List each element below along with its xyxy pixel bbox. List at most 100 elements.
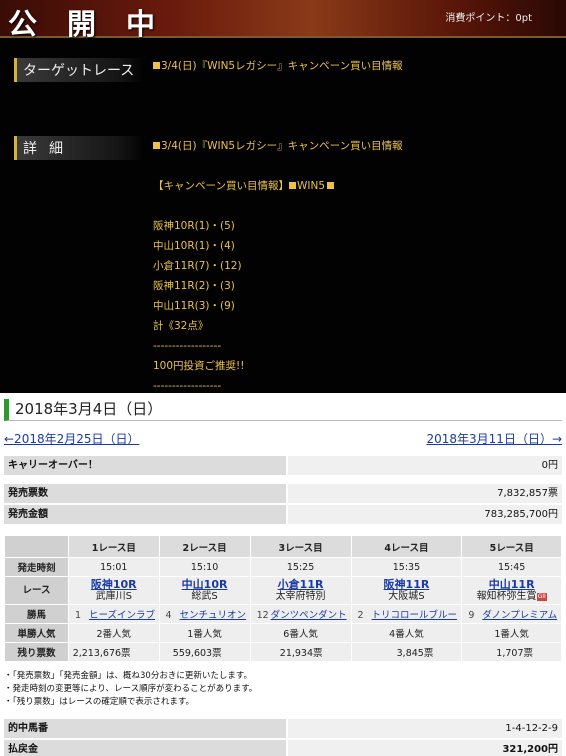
race-cell: 小倉11R 太宰府特別 — [249, 576, 352, 605]
row-label: 単勝人気 — [4, 623, 69, 643]
start-time: 15:10 — [158, 557, 251, 577]
winner-horse-link[interactable]: ダノンプレミアム — [482, 610, 557, 621]
campaign-panel: 公開中 消費ポイント：0pt ターゲットレース 3/4(日)『WIN5レガシー』… — [0, 0, 566, 393]
remaining-tickets: 559,603票 — [158, 642, 251, 662]
race-name: 総武S — [191, 591, 218, 602]
bullet-square-icon — [327, 182, 334, 189]
note-line: ・「残り票数」はレースの確定順で表示されます。 — [4, 697, 194, 707]
pick-line: 阪神11R(2)・(3) — [153, 280, 235, 292]
horse-number: 2 — [357, 610, 364, 621]
bullet-square-icon — [153, 62, 160, 69]
row-label: 発走時刻 — [4, 557, 69, 577]
start-time: 15:45 — [461, 557, 562, 577]
column-header: 2レース目 — [158, 535, 251, 558]
sales-count-label: 発売票数 — [4, 484, 286, 503]
points-consumed: 消費ポイント：0pt — [445, 13, 532, 24]
sales-count-value: 7,832,857票 — [288, 484, 562, 503]
winning-combo-value: 1-4-12-2-9 — [288, 719, 562, 738]
race-name: 報知杯弥生賞 — [476, 591, 537, 602]
sales-amount-label: 発売金額 — [4, 505, 286, 524]
race-link[interactable]: 中山11R — [489, 578, 535, 591]
winner-cell: 1 ヒーズインラブ — [68, 604, 160, 624]
race-cell: 阪神11R 大阪城S — [350, 576, 463, 605]
column-header: 4レース目 — [350, 535, 463, 558]
horse-number: 12 — [256, 610, 269, 621]
recommendation: 100円投資ご推奨!! — [153, 360, 245, 372]
popularity: 2番人気 — [68, 623, 160, 643]
next-date-link[interactable]: 2018年3月11日（日）→ — [427, 430, 563, 447]
remaining-tickets: 21,934票 — [249, 642, 352, 662]
target-race-text: 3/4(日)『WIN5レガシー』キャンペーン買い目情報 — [153, 56, 403, 76]
horse-number: 9 — [468, 610, 475, 621]
notes: ・「発売票数」「発売金額」は、概ね30分おきに更新いたします。 ・発走時刻の変更… — [4, 670, 257, 709]
table-row: 勝馬 1 ヒーズインラブ 4 センチュリオン 12 ダンツペンダント 2 トリコロールブ… — [4, 604, 562, 624]
detail-content: 3/4(日)『WIN5レガシー』キャンペーン買い目情報 【キャンペーン買い目情報… — [153, 136, 403, 396]
race-cell: 阪神10R 武庫川S — [68, 576, 160, 605]
bullet-square-icon — [288, 182, 296, 189]
carry-over-label: キャリーオーバー！ — [4, 456, 286, 475]
separator: ------------------ — [153, 340, 222, 352]
remaining-tickets: 1,707票 — [461, 642, 562, 662]
table-header-row: 1レース目 2レース目 3レース目 4レース目 5レース目 — [4, 535, 562, 558]
sales-count-row: 発売票数 7,832,857票 — [4, 484, 562, 503]
prev-date-link[interactable]: ←2018年2月25日（日） — [4, 430, 140, 447]
row-label: 勝馬 — [4, 604, 69, 624]
grade-badge: GII — [536, 592, 547, 601]
payout-row: 払戻金 321,200円 — [4, 740, 562, 756]
winner-cell: 12 ダンツペンダント — [249, 604, 352, 624]
horse-number: 1 — [75, 610, 82, 621]
winner-cell: 9 ダノンプレミアム — [461, 604, 562, 624]
race-link[interactable]: 小倉11R — [278, 578, 324, 591]
horse-number: 4 — [165, 610, 172, 621]
race-name: 武庫川S — [95, 591, 132, 602]
start-time: 15:35 — [350, 557, 463, 577]
race-name: 太宰府特別 — [275, 591, 326, 602]
table-row: 残り票数 2,213,676票 559,603票 21,934票 3,845票 … — [4, 642, 562, 662]
pick-line: 阪神10R(1)・(5) — [153, 220, 235, 232]
pick-line: 中山11R(3)・(9) — [153, 300, 235, 312]
popularity: 1番人気 — [461, 623, 562, 643]
race-cell: 中山10R 総武S — [158, 576, 251, 605]
pick-line: 中山10R(1)・(4) — [153, 240, 235, 252]
separator: ------------------ — [153, 380, 222, 392]
winner-horse-link[interactable]: ヒーズインラブ — [89, 610, 155, 621]
race-cell: 中山11R 報知杯弥生賞GII — [461, 576, 562, 605]
race-name: 大阪城S — [388, 591, 425, 602]
note-line: ・「発売票数」「発売金額」は、概ね30分おきに更新いたします。 — [4, 671, 252, 681]
pick-line: 小倉11R(7)・(12) — [153, 260, 242, 272]
race-link[interactable]: 阪神11R — [384, 578, 430, 591]
carry-over-value: 0円 — [288, 456, 562, 475]
winner-horse-link[interactable]: ダンツペンダント — [271, 610, 347, 621]
winner-horse-link[interactable]: センチュリオン — [180, 610, 247, 621]
sales-amount-row: 発売金額 783,285,700円 — [4, 505, 562, 524]
column-header: 3レース目 — [249, 535, 352, 558]
banner-title: 公開中 — [8, 7, 186, 41]
payout-value: 321,200円 — [288, 740, 562, 756]
column-header: 1レース目 — [68, 535, 160, 558]
popularity: 1番人気 — [158, 623, 251, 643]
remaining-tickets: 2,213,676票 — [68, 642, 160, 662]
page-date-heading: 2018年3月4日（日） — [4, 399, 562, 421]
table-row: レース 阪神10R 武庫川S 中山10R 総武S 小倉11R 太宰府特別 阪神11R 大… — [4, 576, 562, 605]
race-link[interactable]: 阪神10R — [91, 578, 137, 591]
note-line: ・発走時刻の変更等により、レース順序が変わることがあります。 — [4, 684, 258, 694]
remaining-tickets: 3,845票 — [350, 642, 463, 662]
winner-cell: 2 トリコロールブルー — [350, 604, 463, 624]
column-header: 5レース目 — [461, 535, 562, 558]
race-table: 1レース目 2レース目 3レース目 4レース目 5レース目 発走時刻 15:01… — [4, 535, 562, 662]
table-row: 単勝人気 2番人気 1番人気 6番人気 4番人気 1番人気 — [4, 623, 562, 643]
pick-total: 計《32点》 — [153, 320, 209, 332]
winner-horse-link[interactable]: トリコロールブルー — [372, 610, 458, 621]
carry-over-row: キャリーオーバー！ 0円 — [4, 456, 562, 475]
start-time: 15:25 — [249, 557, 352, 577]
sales-amount-value: 783,285,700円 — [288, 505, 562, 524]
row-label: 残り票数 — [4, 642, 69, 662]
race-link[interactable]: 中山10R — [182, 578, 228, 591]
winner-cell: 4 センチュリオン — [158, 604, 251, 624]
popularity: 6番人気 — [249, 623, 352, 643]
target-race-label: ターゲットレース — [14, 58, 144, 82]
start-time: 15:01 — [68, 557, 160, 577]
popularity: 4番人気 — [350, 623, 463, 643]
status-banner: 公開中 消費ポイント：0pt — [0, 0, 566, 41]
winning-combo-row: 的中馬番 1-4-12-2-9 — [4, 719, 562, 738]
